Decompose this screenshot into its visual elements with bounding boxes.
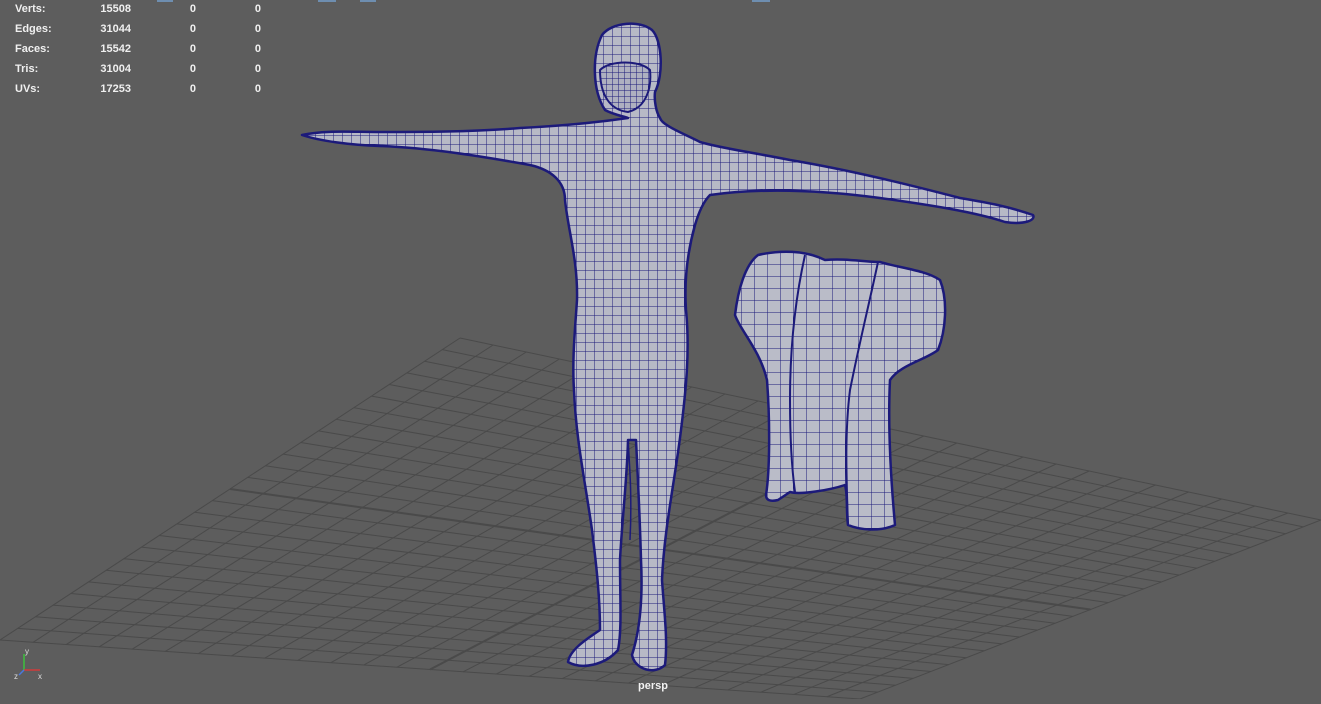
hud-component-count: 0 — [254, 83, 261, 95]
hud-row-edges: Edges: 31044 0 0 — [0, 23, 280, 39]
hud-selected-count: 0 — [189, 63, 196, 75]
hud-label: UVs: — [15, 83, 41, 95]
hud-value: 15508 — [100, 3, 131, 15]
hud-selected-count: 0 — [189, 83, 196, 95]
hud-value: 17253 — [100, 83, 131, 95]
hud-selected-count: 0 — [189, 43, 196, 55]
camera-name-label: persp — [638, 680, 668, 692]
hud-component-count: 0 — [254, 3, 261, 15]
viewport-toolbar-indicator — [752, 0, 770, 2]
viewport-toolbar-indicator — [157, 0, 173, 2]
hud-row-tris: Tris: 31004 0 0 — [0, 63, 280, 79]
hud-component-count: 0 — [254, 63, 261, 75]
hud-row-uvs: UVs: 17253 0 0 — [0, 83, 280, 99]
hud-label: Edges: — [15, 23, 52, 35]
hud-selected-count: 0 — [189, 3, 196, 15]
viewport-toolbar-indicator — [360, 0, 376, 2]
hud-value: 15542 — [100, 43, 131, 55]
hud-label: Faces: — [15, 43, 50, 55]
viewport-toolbar-indicator — [318, 0, 336, 2]
hud-label: Verts: — [15, 3, 46, 15]
hud-value: 31044 — [100, 23, 131, 35]
view-axis-icon: y z x — [14, 648, 42, 681]
hud-row-verts: Verts: 15508 0 0 — [0, 3, 280, 19]
axis-z-label: z — [14, 672, 18, 681]
hud-component-count: 0 — [254, 43, 261, 55]
hud-selected-count: 0 — [189, 23, 196, 35]
hud-row-faces: Faces: 15542 0 0 — [0, 43, 280, 59]
axis-y-label: y — [25, 648, 29, 656]
axis-x-label: x — [38, 672, 42, 681]
hud-value: 31004 — [100, 63, 131, 75]
viewport-canvas[interactable] — [0, 0, 1321, 700]
hud-label: Tris: — [15, 63, 39, 75]
hud-component-count: 0 — [254, 23, 261, 35]
viewport-persp[interactable] — [0, 0, 1321, 700]
